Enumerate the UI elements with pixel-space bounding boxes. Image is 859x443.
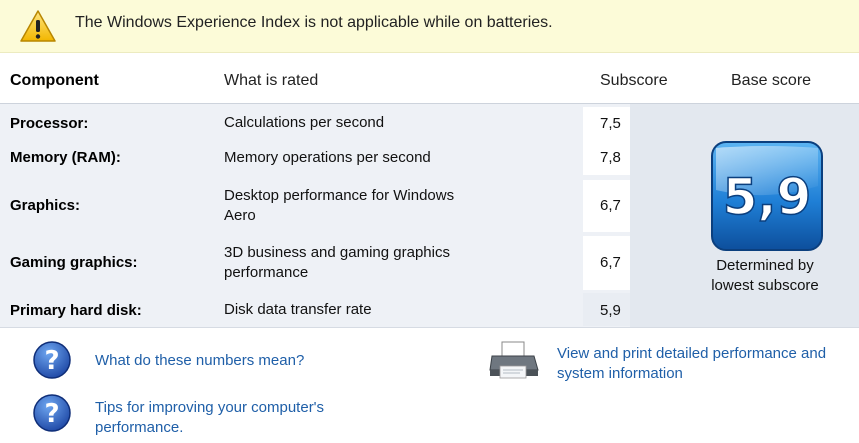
base-score-note-line: lowest subscore	[711, 277, 819, 294]
base-score-badge: 5,9	[711, 141, 823, 251]
component-name: Graphics:	[10, 197, 81, 214]
subscore-value: 6,7	[600, 197, 621, 214]
subscore-value: 6,7	[600, 254, 621, 271]
table-divider	[0, 327, 859, 328]
base-score-note: Determined by lowest subscore	[680, 256, 850, 296]
rated-description: Memory operations per second	[224, 149, 431, 166]
subscore-value: 5,9	[600, 302, 621, 319]
component-name: Processor:	[10, 115, 89, 132]
header-base-score: Base score	[731, 72, 812, 89]
rated-description-cont: Aero	[224, 207, 256, 224]
link-line[interactable]: performance.	[95, 418, 324, 438]
header-component: Component	[10, 72, 99, 89]
warning-message: The Windows Experience Index is not appl…	[75, 14, 553, 31]
warning-icon	[20, 10, 56, 42]
rated-description-cont: performance	[224, 264, 309, 281]
base-score-value: 5,9	[723, 168, 812, 226]
header-what-is-rated: What is rated	[224, 72, 319, 89]
header-subscore: Subscore	[600, 72, 668, 89]
help-icon[interactable]: ?	[32, 340, 72, 380]
rated-description: Calculations per second	[224, 114, 385, 131]
help-icon[interactable]: ?	[32, 393, 72, 433]
improvement-tips-link[interactable]: Tips for improving your computer's perfo…	[95, 398, 324, 438]
battery-warning-bar: The Windows Experience Index is not appl…	[0, 0, 859, 53]
numbers-meaning-link[interactable]: What do these numbers mean?	[95, 351, 304, 371]
link-line[interactable]: Tips for improving your computer's	[95, 398, 324, 418]
component-name: Gaming graphics:	[10, 254, 138, 271]
rated-description: 3D business and gaming graphics	[224, 244, 450, 261]
view-print-details-link[interactable]: View and print detailed performance and …	[557, 344, 826, 384]
subscore-value: 7,8	[600, 149, 621, 166]
printer-icon[interactable]	[488, 340, 540, 382]
rated-description: Desktop performance for Windows	[224, 187, 455, 204]
component-name: Primary hard disk:	[10, 302, 142, 319]
component-name: Memory (RAM):	[10, 149, 121, 166]
svg-text:?: ?	[44, 346, 59, 376]
svg-text:?: ?	[44, 399, 59, 429]
link-line[interactable]: View and print detailed performance and	[557, 344, 826, 364]
subscore-value: 7,5	[600, 115, 621, 132]
link-line[interactable]: system information	[557, 364, 826, 384]
base-score-note-line: Determined by	[716, 257, 814, 274]
rated-description: Disk data transfer rate	[224, 301, 372, 318]
